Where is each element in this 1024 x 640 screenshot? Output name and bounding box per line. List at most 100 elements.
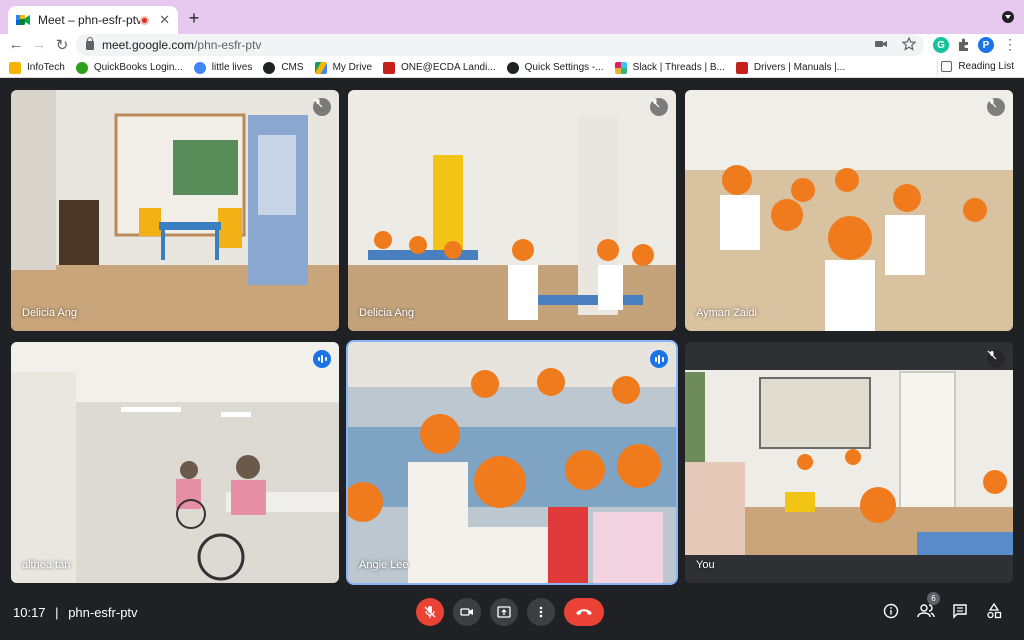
participant-name: Delicia Ang: [22, 307, 78, 319]
meet-favicon-icon: [16, 15, 30, 25]
video-feed: [11, 90, 339, 331]
mic-off-icon: [424, 606, 436, 618]
mic-off-icon: [987, 350, 1005, 368]
tab-strip: Meet – phn-esfr-ptv ✕ +: [0, 0, 1024, 34]
bookmark-label: Drivers | Manuals |...: [753, 62, 846, 73]
ecda-icon: [383, 61, 396, 74]
little-lives-icon: [193, 61, 206, 74]
extensions-puzzle-icon[interactable]: [956, 37, 972, 53]
meeting-details-button[interactable]: [882, 602, 900, 620]
url-host: meet.google.com: [102, 38, 195, 52]
camera-toggle-button[interactable]: [453, 598, 481, 626]
bookmark-item[interactable]: QuickBooks Login...: [75, 61, 183, 74]
participant-name: Ayman Zaidi: [696, 307, 757, 319]
people-icon: [917, 604, 935, 618]
tab-search-icon[interactable]: [1002, 11, 1014, 23]
bookmark-label: My Drive: [332, 62, 373, 73]
more-vertical-icon: [539, 606, 543, 618]
google-drive-icon: [314, 61, 327, 74]
bookmark-item[interactable]: ONE@ECDA Landi...: [383, 61, 496, 74]
participant-tile[interactable]: Delicia Ang: [348, 90, 676, 331]
new-tab-button[interactable]: +: [184, 8, 204, 29]
bookmarks-divider: [937, 61, 938, 75]
participant-tile-self[interactable]: You: [685, 342, 1013, 583]
address-bar[interactable]: meet.google.com/phn-esfr-ptv: [76, 34, 924, 56]
meeting-controls-bar: 10:17 | phn-esfr-ptv: [0, 588, 1024, 640]
bookmark-label: CMS: [281, 62, 304, 73]
forward-arrow-icon[interactable]: →: [29, 36, 49, 53]
lock-icon: [86, 36, 94, 50]
bookmark-item[interactable]: Quick Settings -...: [506, 61, 604, 74]
bookmark-item[interactable]: CMS: [263, 61, 304, 74]
present-now-button[interactable]: [490, 598, 518, 626]
back-arrow-icon[interactable]: ←: [6, 36, 26, 53]
mic-off-icon: [987, 98, 1005, 116]
bookmark-label: little lives: [211, 62, 253, 73]
participant-name: Angie Lee: [359, 559, 409, 571]
details-divider: |: [55, 605, 59, 620]
info-icon: [883, 603, 899, 619]
video-camera-icon: [460, 608, 473, 616]
activities-shapes-icon: [987, 603, 1002, 619]
present-screen-icon: [497, 606, 511, 618]
quickbooks-icon: [75, 61, 88, 74]
video-feed: [685, 342, 1013, 583]
bookmark-item[interactable]: InfoTech: [9, 61, 65, 74]
speaking-indicator-icon: [650, 350, 668, 368]
tab-meet[interactable]: Meet – phn-esfr-ptv ✕: [8, 6, 178, 34]
profile-avatar[interactable]: P: [978, 37, 994, 53]
video-feed: [11, 342, 339, 583]
meeting-code: phn-esfr-ptv: [68, 605, 138, 620]
chat-icon: [953, 604, 967, 619]
bookmark-item[interactable]: little lives: [193, 61, 253, 74]
participant-tile[interactable]: Ayman Zaidi: [685, 90, 1013, 331]
browser-menu-icon[interactable]: ⋮: [1000, 36, 1020, 53]
more-options-button[interactable]: [527, 598, 555, 626]
video-feed: [685, 90, 1013, 331]
participant-name: You: [696, 559, 715, 571]
meeting-details-text: 10:17 | phn-esfr-ptv: [13, 605, 138, 620]
bookmark-label: Quick Settings -...: [524, 62, 604, 73]
close-tab-icon[interactable]: ✕: [159, 12, 170, 28]
reading-list-button[interactable]: Reading List: [941, 61, 1014, 72]
slack-icon: [614, 61, 627, 74]
browser-toolbar: ← → ↻ meet.google.com/phn-esfr-ptv G P ⋮: [0, 34, 1024, 58]
participant-tile[interactable]: Delicia Ang: [11, 90, 339, 331]
participant-name: Delicia Ang: [359, 307, 415, 319]
reload-icon[interactable]: ↻: [52, 36, 72, 54]
bookmark-item[interactable]: Slack | Threads | B...: [614, 61, 725, 74]
cms-icon: [263, 61, 276, 74]
video-feed: [348, 342, 676, 583]
folder-icon: [9, 61, 21, 74]
current-time: 10:17: [13, 605, 46, 620]
mic-off-icon: [650, 98, 668, 116]
leave-call-button[interactable]: [564, 598, 604, 626]
activities-button[interactable]: [985, 602, 1003, 620]
participant-name: althea tan: [22, 559, 71, 571]
bookmark-label: ONE@ECDA Landi...: [401, 62, 496, 73]
bookmark-item[interactable]: My Drive: [314, 61, 373, 74]
tab-title: Meet – phn-esfr-ptv: [38, 13, 141, 27]
hp-drivers-icon: [735, 61, 748, 74]
recording-indicator-icon: [140, 15, 150, 25]
participant-tile[interactable]: althea tan: [11, 342, 339, 583]
video-feed: [348, 90, 676, 331]
participant-tile-active[interactable]: Angie Lee: [346, 340, 678, 585]
bookmark-label: Slack | Threads | B...: [632, 62, 725, 73]
bookmarks-bar: InfoTech QuickBooks Login... little live…: [0, 58, 1024, 78]
mic-off-icon: [313, 98, 331, 116]
hang-up-icon: [576, 609, 592, 615]
chat-button[interactable]: [951, 602, 969, 620]
url-path: /phn-esfr-ptv: [194, 38, 262, 52]
bookmark-item[interactable]: Drivers | Manuals |...: [735, 61, 846, 74]
microphone-toggle-button[interactable]: [416, 598, 444, 626]
camera-in-use-icon[interactable]: [874, 37, 888, 51]
reading-list-label: Reading List: [958, 61, 1014, 72]
participant-count-badge: 6: [927, 592, 940, 605]
speaking-indicator-icon: [313, 350, 331, 368]
bookmark-star-icon[interactable]: [902, 37, 916, 51]
reading-list-icon: [941, 61, 953, 72]
bookmark-label: QuickBooks Login...: [93, 62, 183, 73]
grammarly-extension-icon[interactable]: G: [933, 37, 949, 53]
github-icon: [506, 61, 519, 74]
